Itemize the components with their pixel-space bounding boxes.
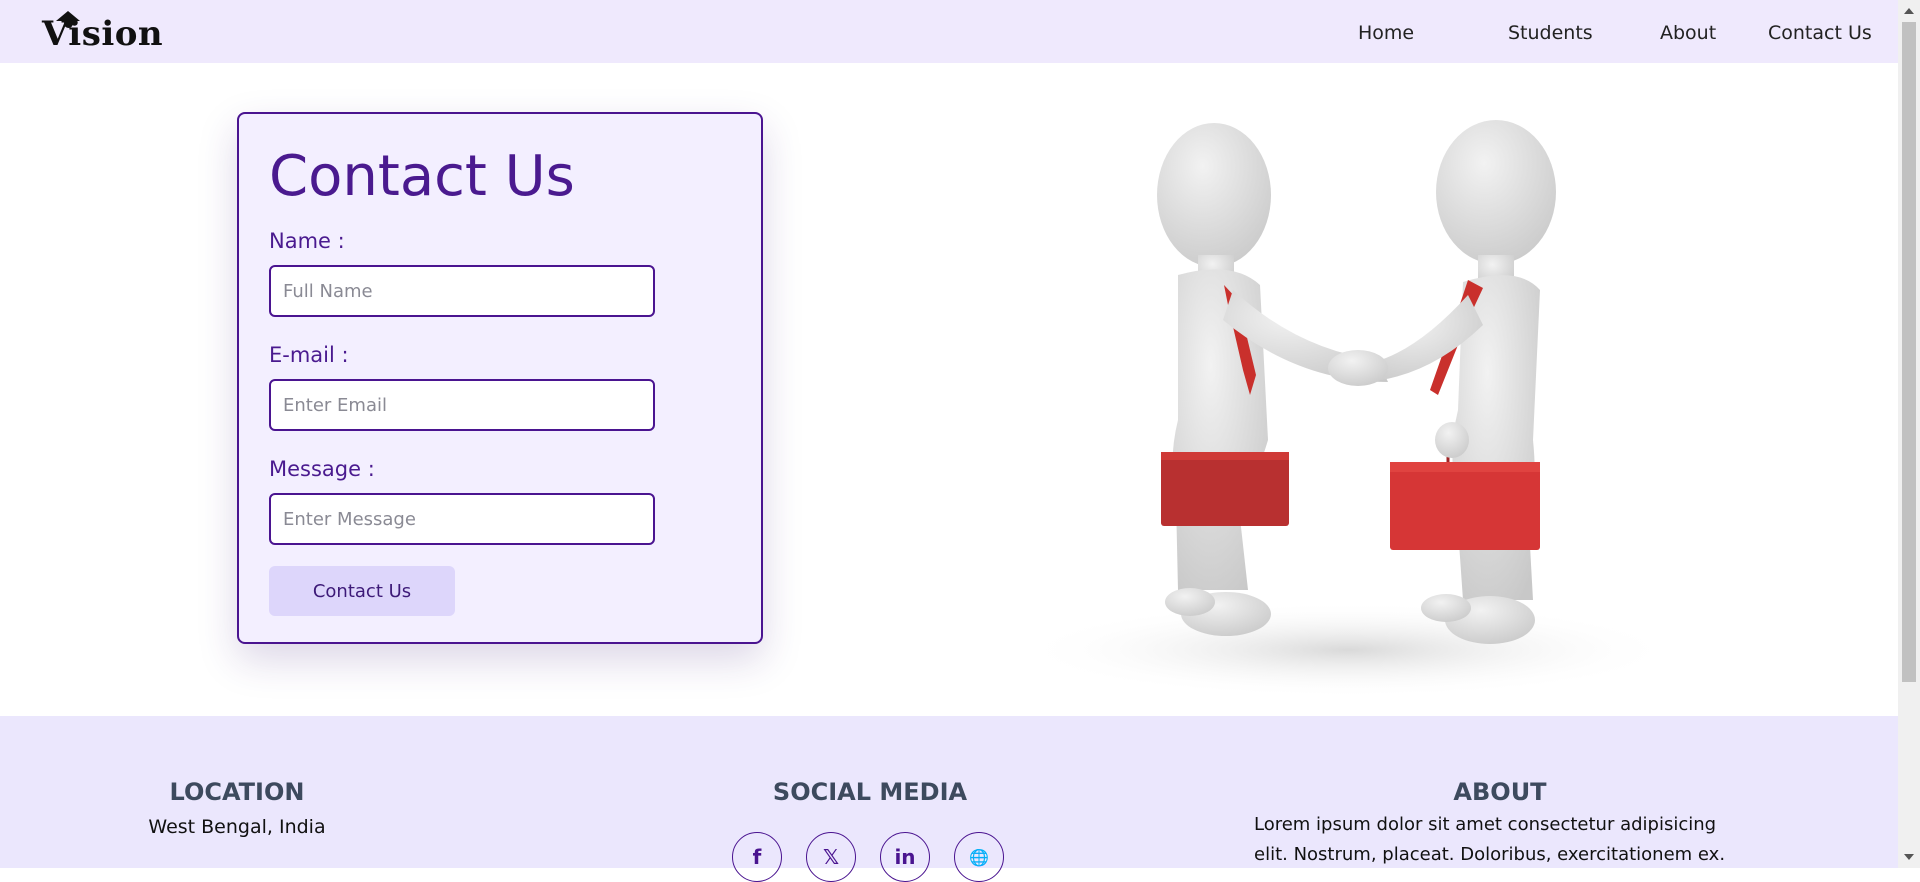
email-input[interactable] bbox=[269, 379, 655, 431]
contact-submit-button[interactable]: Contact Us bbox=[269, 566, 455, 616]
vertical-scrollbar[interactable] bbox=[1898, 0, 1920, 868]
site-footer: LOCATION West Bengal, India SOCIAL MEDIA… bbox=[0, 716, 1898, 882]
linkedin-icon[interactable]: in bbox=[880, 832, 930, 882]
location-text: West Bengal, India bbox=[148, 816, 326, 838]
email-label: E-mail : bbox=[269, 343, 349, 367]
x-twitter-icon[interactable]: 𝕏 bbox=[806, 832, 856, 882]
scrollbar-thumb[interactable] bbox=[1902, 22, 1916, 682]
about-line-1: Lorem ipsum dolor sit amet consectetur a… bbox=[1254, 814, 1717, 835]
site-header: Vision Home Students About Contact Us bbox=[0, 0, 1898, 63]
message-input[interactable] bbox=[269, 493, 655, 545]
name-input[interactable] bbox=[269, 265, 655, 317]
nav-about[interactable]: About bbox=[1660, 22, 1716, 44]
scroll-up-icon[interactable] bbox=[1904, 8, 1914, 14]
location-heading: LOCATION bbox=[169, 778, 305, 806]
facebook-icon[interactable]: f bbox=[732, 832, 782, 882]
footer-social: SOCIAL MEDIA bbox=[720, 778, 1020, 806]
social-heading: SOCIAL MEDIA bbox=[772, 778, 968, 806]
name-label: Name : bbox=[269, 229, 345, 253]
about-text: Lorem ipsum dolor sit amet consectetur a… bbox=[1254, 810, 1754, 870]
globe-icon[interactable]: 🌐 bbox=[954, 832, 1004, 882]
nav-students[interactable]: Students bbox=[1508, 22, 1593, 44]
nav-home[interactable]: Home bbox=[1358, 22, 1414, 44]
contact-card: Contact Us Name : E-mail : Message : Con… bbox=[237, 112, 763, 644]
scroll-down-icon[interactable] bbox=[1904, 854, 1914, 860]
handshake-illustration bbox=[1018, 120, 1678, 698]
nav-contact-us[interactable]: Contact Us bbox=[1768, 22, 1872, 44]
site-logo[interactable]: Vision bbox=[42, 14, 163, 54]
footer-about: ABOUT Lorem ipsum dolor sit amet consect… bbox=[1254, 778, 1754, 870]
about-line-2: elit. Nostrum, placeat. Doloribus, exerc… bbox=[1254, 844, 1726, 865]
contact-title: Contact Us bbox=[269, 144, 575, 209]
handshake-3d-figures-icon bbox=[1018, 120, 1678, 698]
footer-location: LOCATION West Bengal, India bbox=[137, 778, 337, 842]
message-label: Message : bbox=[269, 457, 375, 481]
about-heading: ABOUT bbox=[1453, 778, 1547, 806]
